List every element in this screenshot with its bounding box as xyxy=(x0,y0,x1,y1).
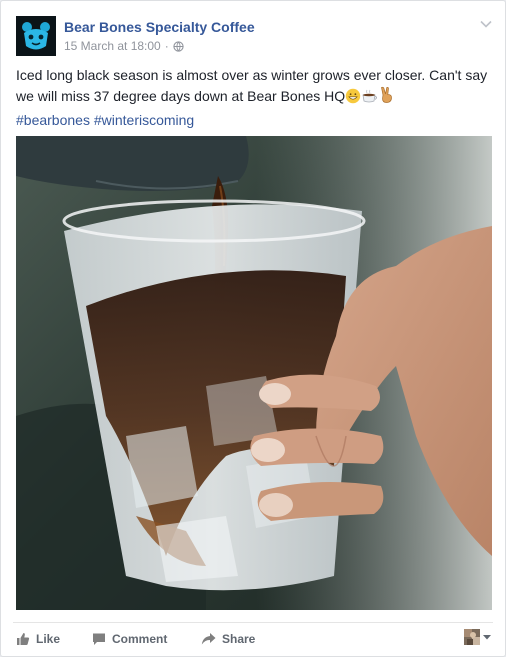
share-label: Share xyxy=(222,632,256,646)
like-label: Like xyxy=(36,632,61,646)
share-arrow-icon xyxy=(201,632,222,646)
hashtag-link[interactable]: #winteriscoming xyxy=(94,112,194,128)
user-avatar xyxy=(464,629,480,645)
victory-hand-emoji xyxy=(379,86,395,110)
post-card: Bear Bones Specialty Coffee 15 March at … xyxy=(0,0,506,657)
post-timestamp[interactable]: 15 March at 18:00 xyxy=(64,39,161,53)
hot-beverage-emoji xyxy=(361,88,379,110)
grinning-face-emoji xyxy=(345,88,361,110)
post-as-selector[interactable] xyxy=(464,628,491,646)
thumbs-up-icon xyxy=(16,632,36,646)
post-options-chevron-icon[interactable] xyxy=(479,17,493,31)
post-photo[interactable] xyxy=(16,136,492,610)
comment-button[interactable]: Comment xyxy=(92,629,167,649)
caret-down-icon xyxy=(483,628,491,646)
like-button[interactable]: Like xyxy=(16,629,60,649)
post-text: Iced long black season is almost over as… xyxy=(16,65,492,131)
page-name-link[interactable]: Bear Bones Specialty Coffee xyxy=(64,19,255,35)
hashtag-link[interactable]: #bearbones xyxy=(16,112,90,128)
post-meta: 15 March at 18:00 · xyxy=(64,39,184,53)
post-body-text: Iced long black season is almost over as… xyxy=(16,67,488,104)
globe-icon[interactable] xyxy=(173,40,184,52)
comment-bubble-icon xyxy=(92,632,112,646)
share-button[interactable]: Share xyxy=(201,629,255,649)
comment-label: Comment xyxy=(112,632,168,646)
meta-separator: · xyxy=(164,39,169,53)
page-avatar[interactable] xyxy=(16,16,56,56)
actions-divider xyxy=(13,622,493,623)
